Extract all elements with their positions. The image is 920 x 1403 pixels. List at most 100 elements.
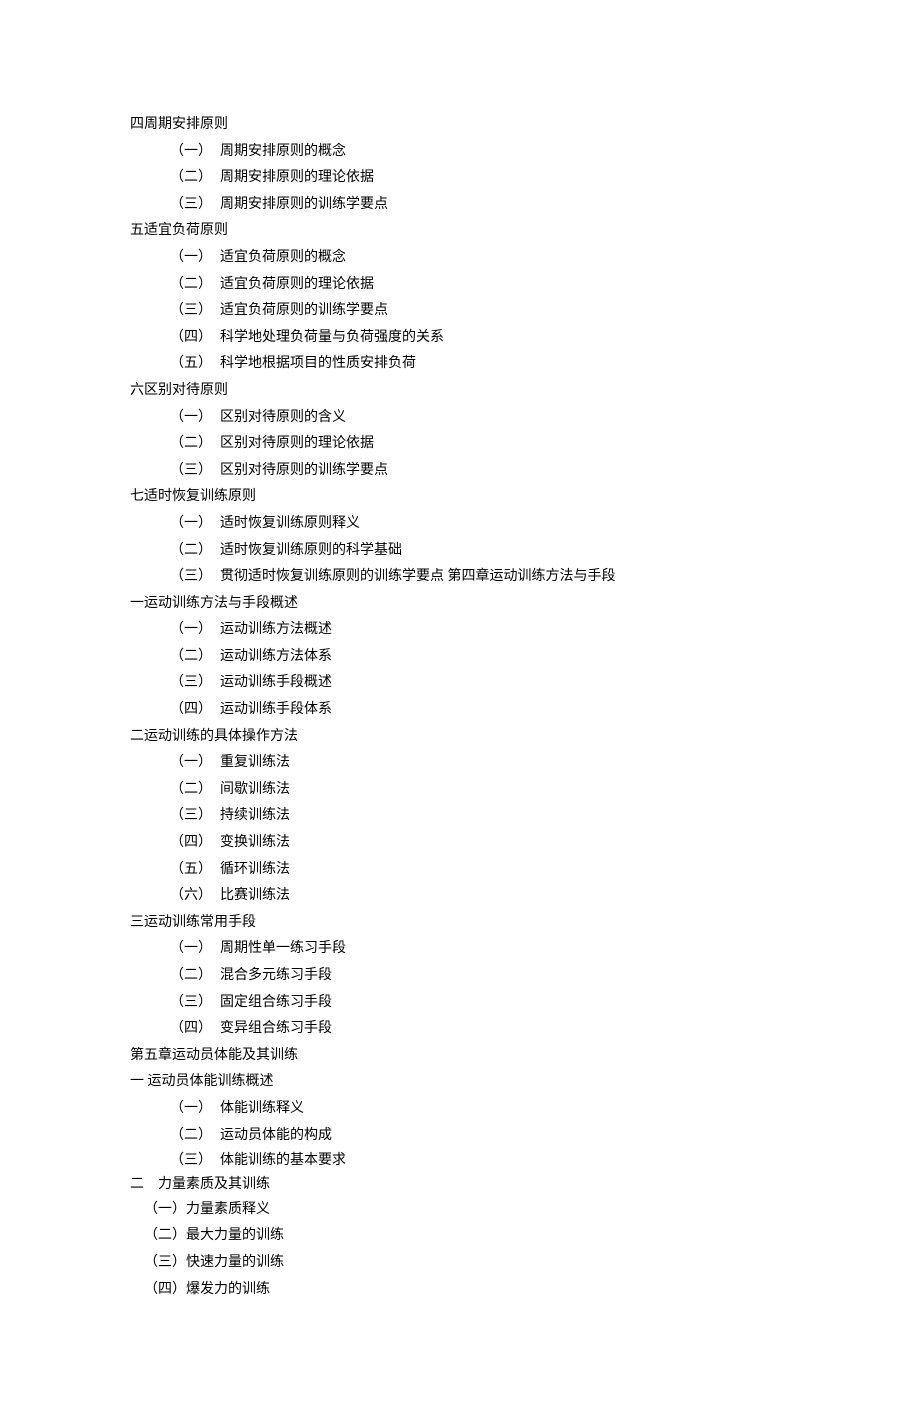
item-text: 变异组合练习手段	[220, 1021, 332, 1036]
item-text: 科学地处理负荷量与负荷强度的关系	[220, 330, 444, 345]
item-number: （五）	[170, 351, 220, 378]
list-item: （三）固定组合练习手段	[130, 990, 790, 1017]
item-number: （二）	[170, 538, 220, 565]
item-text: 区别对待原则的理论依据	[220, 436, 374, 451]
list-item: （四）科学地处理负荷量与负荷强度的关系	[130, 325, 790, 352]
item-text: 混合多元练习手段	[220, 968, 332, 983]
item-text: 运动训练方法概述	[220, 622, 332, 637]
list-item: （二）适时恢复训练原则的科学基础	[130, 538, 790, 565]
item-text: 周期安排原则的训练学要点	[220, 197, 388, 212]
list-item: （二）运动员体能的构成	[130, 1123, 790, 1150]
item-number: （四）	[170, 325, 220, 352]
item-number: （二）	[170, 777, 220, 804]
list-item: （六）比赛训练法	[130, 883, 790, 910]
item-text: 循环训练法	[220, 862, 290, 877]
item-text: 间歇训练法	[220, 782, 290, 797]
item-text: 运动训练手段概述	[220, 675, 332, 690]
item-text: 运动员体能的构成	[220, 1128, 332, 1143]
list-item: （三）周期安排原则的训练学要点	[130, 192, 790, 219]
list-item: （四）运动训练手段体系	[130, 697, 790, 724]
item-number: （三）	[170, 564, 220, 591]
list-item: （一）适时恢复训练原则释义	[130, 511, 790, 538]
list-item: （一）区别对待原则的含义	[130, 405, 790, 432]
item-number: （一）	[170, 139, 220, 166]
item-number: （二）	[170, 963, 220, 990]
item-text: 周期安排原则的理论依据	[220, 170, 374, 185]
item-number: （一）	[170, 511, 220, 538]
list-item: （一）适宜负荷原则的概念	[130, 245, 790, 272]
chapter5-section1-title: 一 运动员体能训练概述	[130, 1069, 790, 1096]
item-number: （三）	[170, 458, 220, 485]
item-text: 固定组合练习手段	[220, 995, 332, 1010]
item-number: （一）	[170, 617, 220, 644]
list-item: （一）周期安排原则的概念	[130, 139, 790, 166]
list-item: （一）力量素质释义	[130, 1197, 790, 1224]
item-text: 运动训练方法体系	[220, 649, 332, 664]
chapter5-section2-title: 二 力量素质及其训练	[130, 1173, 790, 1197]
item-number: （二）	[170, 644, 220, 671]
list-item: （二）最大力量的训练	[130, 1223, 790, 1250]
item-number: （三）	[170, 192, 220, 219]
list-item: （二）区别对待原则的理论依据	[130, 431, 790, 458]
section-7-title: 七适时恢复训练原则	[130, 484, 790, 511]
item-number: （一）	[170, 1096, 220, 1123]
chapter5-title: 第五章运动员体能及其训练	[130, 1043, 790, 1070]
list-item: （五）循环训练法	[130, 857, 790, 884]
item-text: 变换训练法	[220, 835, 290, 850]
item-number: （三）	[170, 990, 220, 1017]
list-item: （四）变换训练法	[130, 830, 790, 857]
list-item: （三）持续训练法	[130, 803, 790, 830]
list-item: （一）体能训练释义	[130, 1096, 790, 1123]
item-number: （四）	[170, 1016, 220, 1043]
list-item: （三）运动训练手段概述	[130, 670, 790, 697]
chapter4-section1-title: 一运动训练方法与手段概述	[130, 591, 790, 618]
list-item: （一）周期性单一练习手段	[130, 936, 790, 963]
document-page: 四周期安排原则 （一）周期安排原则的概念 （二）周期安排原则的理论依据 （三）周…	[0, 0, 920, 1403]
item-text: 周期性单一练习手段	[220, 941, 346, 956]
list-item: （四）变异组合练习手段	[130, 1016, 790, 1043]
list-item: （二）间歇训练法	[130, 777, 790, 804]
list-item: （一）重复训练法	[130, 750, 790, 777]
item-number: （四）	[170, 830, 220, 857]
item-number: （一）	[170, 936, 220, 963]
item-number: （二）	[170, 1123, 220, 1150]
section-4-title: 四周期安排原则	[130, 112, 790, 139]
chapter4-section2-title: 二运动训练的具体操作方法	[130, 724, 790, 751]
list-item: （二）周期安排原则的理论依据	[130, 165, 790, 192]
item-number: （六）	[170, 883, 220, 910]
item-text: 贯彻适时恢复训练原则的训练学要点 第四章运动训练方法与手段	[220, 569, 616, 584]
item-number: （三）	[170, 803, 220, 830]
item-number: （一）	[170, 245, 220, 272]
chapter4-section3-title: 三运动训练常用手段	[130, 910, 790, 937]
item-text: 重复训练法	[220, 755, 290, 770]
list-item: （三）适宜负荷原则的训练学要点	[130, 298, 790, 325]
item-number: （三）	[170, 670, 220, 697]
item-text: 适时恢复训练原则的科学基础	[220, 543, 402, 558]
item-text: 周期安排原则的概念	[220, 144, 346, 159]
item-text: 适宜负荷原则的训练学要点	[220, 303, 388, 318]
item-number: （三）	[170, 298, 220, 325]
list-item: （二）运动训练方法体系	[130, 644, 790, 671]
item-text: 适时恢复训练原则释义	[220, 516, 360, 531]
list-item: （三）快速力量的训练	[130, 1250, 790, 1277]
item-text: 区别对待原则的含义	[220, 410, 346, 425]
item-text: 适宜负荷原则的概念	[220, 250, 346, 265]
item-text: 比赛训练法	[220, 888, 290, 903]
item-number: （二）	[170, 272, 220, 299]
item-number: （二）	[170, 165, 220, 192]
list-item: （三）体能训练的基本要求	[130, 1149, 790, 1173]
section-5-title: 五适宜负荷原则	[130, 218, 790, 245]
item-text: 体能训练释义	[220, 1101, 304, 1116]
list-item: （三）区别对待原则的训练学要点	[130, 458, 790, 485]
item-text: 持续训练法	[220, 808, 290, 823]
item-number: （一）	[170, 750, 220, 777]
item-number: （三）	[170, 1149, 220, 1173]
item-text: 适宜负荷原则的理论依据	[220, 277, 374, 292]
section-6-title: 六区别对待原则	[130, 378, 790, 405]
list-item: （二）适宜负荷原则的理论依据	[130, 272, 790, 299]
list-item: （四）爆发力的训练	[130, 1277, 790, 1304]
list-item: （一）运动训练方法概述	[130, 617, 790, 644]
list-item: （五）科学地根据项目的性质安排负荷	[130, 351, 790, 378]
item-text: 科学地根据项目的性质安排负荷	[220, 356, 416, 371]
list-item: （三）贯彻适时恢复训练原则的训练学要点 第四章运动训练方法与手段	[130, 564, 790, 591]
